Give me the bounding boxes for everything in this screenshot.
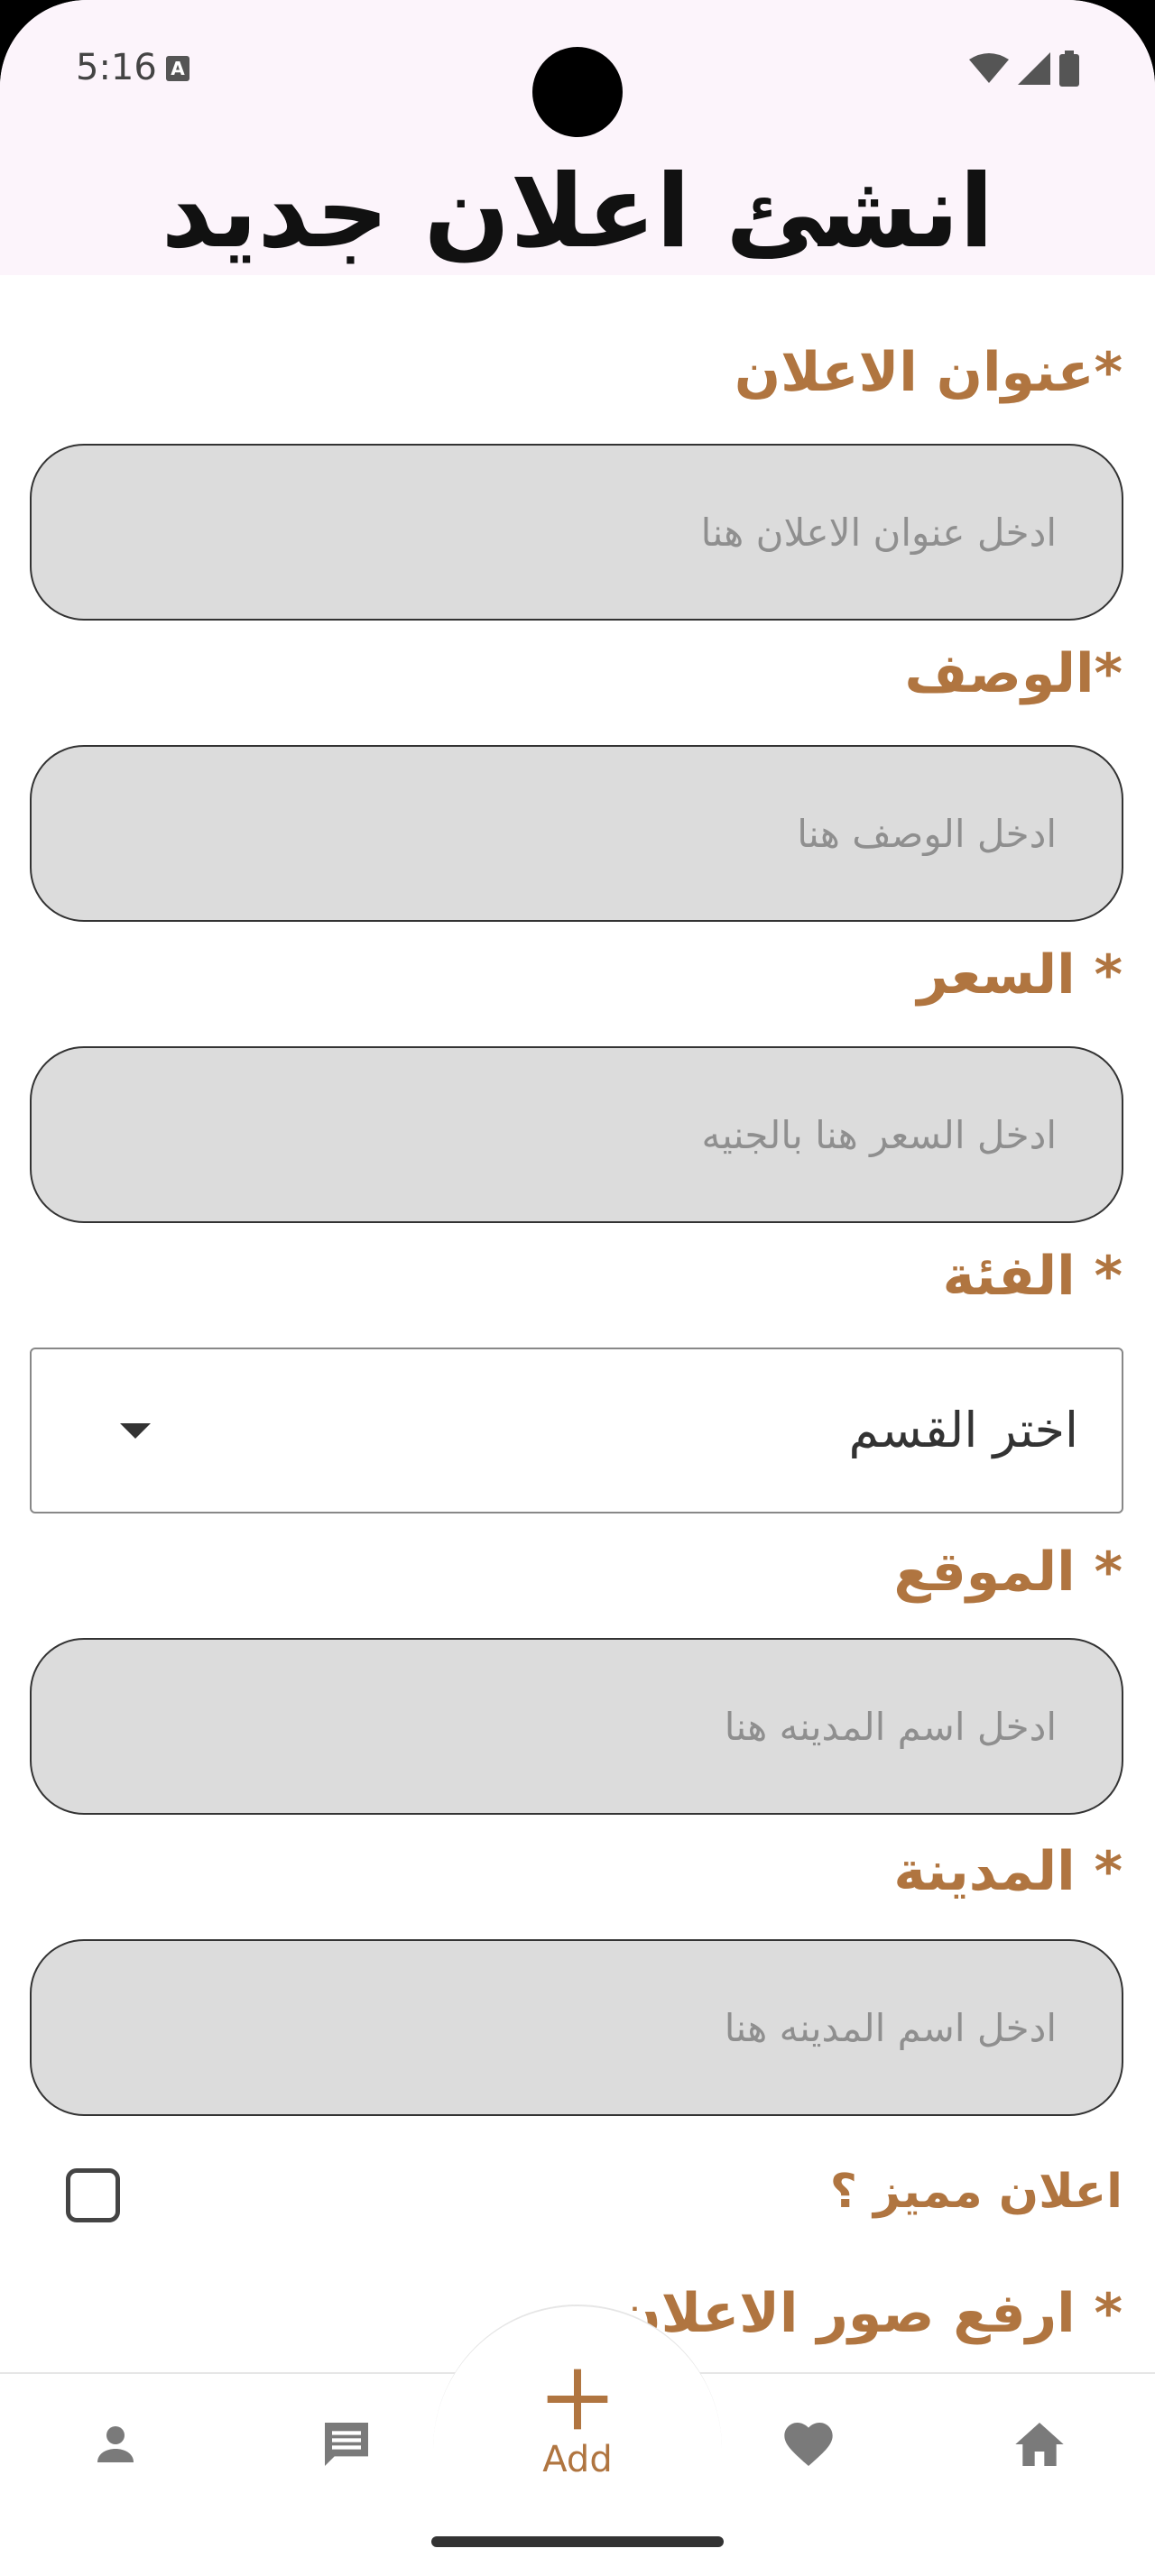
upload-images-label: * ارفع صور الاعلان (614, 2282, 1123, 2345)
category-dropdown[interactable]: اختر القسم (30, 1348, 1123, 1513)
ad-title-label: *عنوان الاعلان (734, 341, 1123, 404)
description-field[interactable] (30, 745, 1123, 922)
nav-profile[interactable] (61, 2390, 170, 2498)
price-label: * السعر (917, 943, 1123, 1007)
battery-icon (1059, 51, 1079, 87)
nav-favorites[interactable] (754, 2390, 863, 2498)
status-time: 5:16 (76, 47, 157, 88)
nav-add-label: Add (542, 2439, 613, 2480)
location-label: * الموقع (893, 1541, 1123, 1604)
ad-title-field[interactable] (30, 444, 1123, 621)
nav-home[interactable] (985, 2390, 1094, 2498)
chat-icon (325, 2423, 368, 2466)
featured-checkbox[interactable] (66, 2168, 120, 2222)
phone-screen: 5:16 A انشئ اعلان جديد *عنوان الاعلان *ا… (0, 0, 1155, 2576)
featured-label: اعلان مميز ؟ (829, 2165, 1123, 2219)
description-input[interactable] (32, 747, 1122, 920)
location-field[interactable] (30, 1638, 1123, 1815)
app-header: 5:16 A انشئ اعلان جديد (0, 0, 1155, 275)
price-input[interactable] (32, 1048, 1122, 1221)
description-label: *الوصف (904, 642, 1123, 705)
gesture-home-bar[interactable] (431, 2536, 724, 2547)
person-icon (97, 2426, 134, 2462)
category-selected-value: اختر القسم (848, 1402, 1078, 1458)
price-field[interactable] (30, 1046, 1123, 1223)
add-icon (547, 2369, 608, 2430)
category-label: * الفئة (942, 1245, 1123, 1308)
ad-title-input[interactable] (32, 446, 1122, 619)
wifi-icon (969, 53, 1009, 83)
heart-icon (784, 2423, 833, 2466)
page-title: انشئ اعلان جديد (161, 153, 994, 271)
camera-cutout (532, 47, 623, 137)
keyboard-a-icon: A (166, 56, 189, 81)
status-icons (969, 51, 1079, 87)
dropdown-arrow-icon (120, 1423, 151, 1439)
nav-add[interactable]: Add (505, 2363, 650, 2480)
nav-messages[interactable] (292, 2390, 401, 2498)
location-input[interactable] (32, 1640, 1122, 1813)
city-label: * المدينة (893, 1840, 1123, 1903)
city-field[interactable] (30, 1939, 1123, 2116)
signal-icon (1018, 52, 1050, 85)
home-icon (1015, 2423, 1064, 2466)
city-input[interactable] (32, 1941, 1122, 2114)
